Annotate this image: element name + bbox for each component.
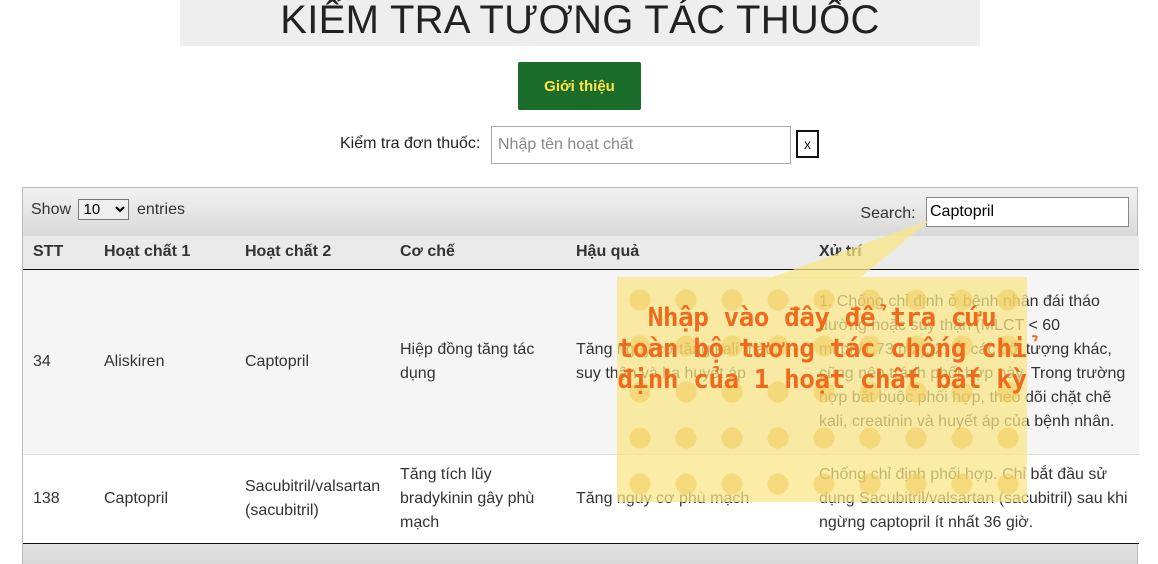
cell-drug2: Captopril [235, 269, 390, 455]
intro-button[interactable]: Giới thiệu [518, 62, 641, 110]
column-header-mechanism[interactable]: Cơ chế [390, 236, 566, 270]
table-header-row: STT Hoạt chất 1 Hoạt chất 2 Cơ chế Hậu q… [23, 236, 1139, 270]
cell-drug1: Captopril [94, 454, 235, 544]
prescription-check-row: Kiểm tra đơn thuốc: x [0, 126, 1158, 164]
clear-input-button[interactable]: x [796, 130, 819, 158]
cell-stt: 34 [23, 269, 94, 455]
active-ingredient-input[interactable] [491, 126, 791, 164]
cell-drug2: Sacubitril/valsartan (sacubitril) [235, 454, 390, 544]
table-row: 138 Captopril Sacubitril/valsartan (sacu… [23, 454, 1139, 544]
page-length-control: Show 102550100 entries [31, 199, 185, 220]
column-header-consequence[interactable]: Hậu quả [566, 236, 809, 270]
cell-mechanism: Hiệp đồng tăng tác dụng [390, 269, 566, 455]
table-controls: Show 102550100 entries Search: [23, 188, 1137, 236]
show-label: Show [31, 201, 72, 218]
table-search-input[interactable] [926, 197, 1129, 227]
table-search: Search: [860, 197, 1129, 227]
cell-consequence: Tăng nguy cơ phù mạch [566, 454, 809, 544]
cell-stt: 138 [23, 454, 94, 544]
search-label: Search: [860, 205, 916, 222]
cell-drug1: Aliskiren [94, 269, 235, 455]
page-title-bar: KIỂM TRA TƯƠNG TÁC THUỐC [180, 0, 980, 46]
table-footer [23, 543, 1137, 564]
search-hint-text: Nhập vào đây để tra cứu toàn bộ tương tá… [617, 303, 1027, 395]
entries-label: entries [136, 201, 185, 218]
cell-mechanism: Tăng tích lũy bradykinin gây phù mạch [390, 454, 566, 544]
page-title: KIỂM TRA TƯƠNG TÁC THUỐC [280, 0, 880, 42]
page-size-select[interactable]: 102550100 [78, 199, 130, 220]
column-header-management[interactable]: Xử trí [809, 236, 1139, 270]
column-header-drug2[interactable]: Hoạt chất 2 [235, 236, 390, 270]
cell-management: Chống chỉ định phối hợp. Chỉ bắt đầu sử … [809, 454, 1139, 544]
column-header-drug1[interactable]: Hoạt chất 1 [94, 236, 235, 270]
column-header-stt[interactable]: STT [23, 236, 94, 270]
prescription-label: Kiểm tra đơn thuốc: [340, 135, 481, 152]
